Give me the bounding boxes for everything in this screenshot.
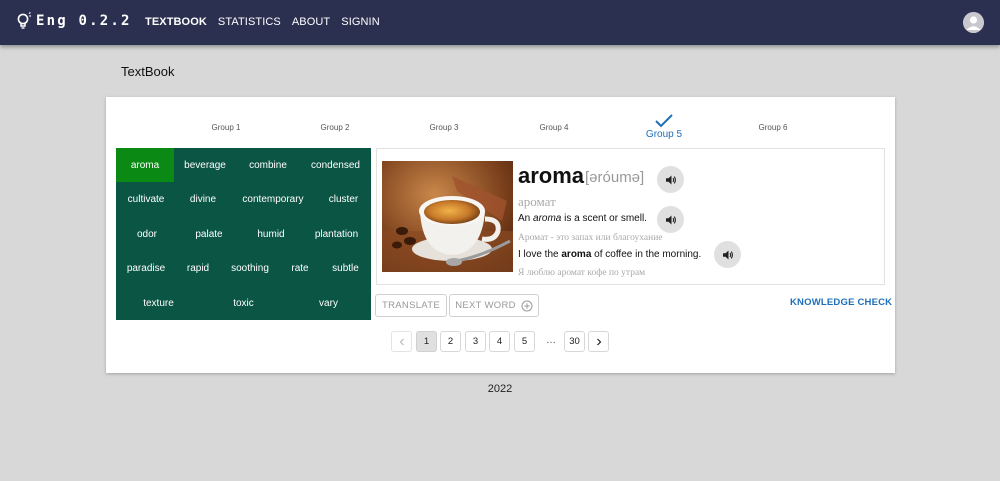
footer-year: 2022 <box>487 383 513 395</box>
words-row: paradise rapid soothing rate subtle <box>116 251 371 285</box>
word-item-vary[interactable]: vary <box>286 286 371 320</box>
page-button-1[interactable]: 1 <box>416 331 437 352</box>
word-example-translation: Я люблю аромат кофе по утрам <box>518 268 646 278</box>
word-meaning: An aroma is a scent or smell. <box>518 213 647 224</box>
app-name: Eng 0.2.2 <box>36 13 132 29</box>
page-button-2[interactable]: 2 <box>440 331 461 352</box>
group-4-tab[interactable]: Group 4 <box>514 123 594 132</box>
word-title: aroma <box>518 163 585 188</box>
word-image <box>382 161 513 272</box>
page-title: TextBook <box>121 64 175 79</box>
word-item-rate[interactable]: rate <box>280 251 320 285</box>
group-5-tab[interactable]: Group 5 <box>624 129 704 140</box>
checkmark-icon <box>655 114 673 128</box>
word-transcription: [əróumə] <box>585 169 645 186</box>
word-item-aroma[interactable]: aroma <box>116 148 174 182</box>
play-meaning-audio-button[interactable] <box>657 206 684 233</box>
word-example: I love the aroma of coffee in the mornin… <box>518 249 702 260</box>
nav-about[interactable]: ABOUT <box>292 16 330 28</box>
word-item-paradise[interactable]: paradise <box>116 251 176 285</box>
word-item-toxic[interactable]: toxic <box>201 286 286 320</box>
page-button-5[interactable]: 5 <box>514 331 535 352</box>
play-word-audio-button[interactable] <box>657 166 684 193</box>
word-item-plantation[interactable]: plantation <box>302 217 371 251</box>
word-item-odor[interactable]: odor <box>116 217 178 251</box>
words-row: odor palate humid plantation <box>116 217 371 251</box>
words-grid: aroma beverage combine condensed cultiva… <box>116 148 371 320</box>
word-item-contemporary[interactable]: contemporary <box>230 182 316 216</box>
textbook-card: Group 1 Group 2 Group 3 Group 4 Group 5 … <box>106 97 895 373</box>
words-row: aroma beverage combine condensed <box>116 148 371 182</box>
word-item-palate[interactable]: palate <box>178 217 240 251</box>
chevron-right-icon <box>596 338 601 345</box>
word-item-subtle[interactable]: subtle <box>320 251 371 285</box>
bulb-icon <box>17 12 31 29</box>
next-word-label: NEXT WORD <box>455 300 516 311</box>
word-card: aroma [əróumə] аромат An aroma is a scen… <box>376 148 885 285</box>
group-2-tab[interactable]: Group 2 <box>295 123 375 132</box>
speaker-icon <box>665 215 676 224</box>
next-page-button[interactable] <box>588 331 609 352</box>
group-3-tab[interactable]: Group 3 <box>404 123 484 132</box>
word-item-humid[interactable]: humid <box>240 217 302 251</box>
nav-signin[interactable]: SIGNIN <box>341 16 380 28</box>
translate-button[interactable]: TRANSLATE <box>375 294 447 317</box>
page-button-30[interactable]: 30 <box>564 331 585 352</box>
words-row: cultivate divine contemporary cluster <box>116 182 371 216</box>
group-1-tab[interactable]: Group 1 <box>186 123 266 132</box>
translate-label: TRANSLATE <box>382 300 440 311</box>
knowledge-check-link[interactable]: KNOWLEDGE CHECK <box>790 297 892 308</box>
word-item-combine[interactable]: combine <box>236 148 300 182</box>
avatar-icon[interactable] <box>963 12 984 33</box>
word-item-beverage[interactable]: beverage <box>174 148 236 182</box>
speaker-icon <box>665 175 676 184</box>
group-selector: Group 1 Group 2 Group 3 Group 4 Group 5 … <box>106 97 895 147</box>
words-row: texture toxic vary <box>116 286 371 320</box>
prev-page-button[interactable] <box>391 331 412 352</box>
word-meaning-translation: Аромат - это запах или благоухание <box>518 233 663 243</box>
page-button-3[interactable]: 3 <box>465 331 486 352</box>
play-example-audio-button[interactable] <box>714 241 741 268</box>
speaker-icon <box>722 250 733 259</box>
word-item-condensed[interactable]: condensed <box>300 148 371 182</box>
group-6-tab[interactable]: Group 6 <box>733 123 813 132</box>
word-translation: аромат <box>518 194 556 209</box>
word-item-cultivate[interactable]: cultivate <box>116 182 176 216</box>
nav-statistics[interactable]: STATISTICS <box>218 16 281 28</box>
logo[interactable]: Eng 0.2.2 <box>16 12 132 30</box>
word-item-divine[interactable]: divine <box>176 182 230 216</box>
page-button-4[interactable]: 4 <box>489 331 510 352</box>
add-circle-icon <box>521 300 533 311</box>
app-header: Eng 0.2.2 TEXTBOOK STATISTICS ABOUT SIGN… <box>0 0 1000 45</box>
word-item-rapid[interactable]: rapid <box>176 251 220 285</box>
word-item-soothing[interactable]: soothing <box>220 251 280 285</box>
word-item-texture[interactable]: texture <box>116 286 201 320</box>
nav-textbook[interactable]: TEXTBOOK <box>145 16 207 28</box>
pagination-ellipsis: … <box>546 335 556 346</box>
main-nav: TEXTBOOK STATISTICS ABOUT SIGNIN <box>145 16 391 28</box>
word-item-cluster[interactable]: cluster <box>316 182 371 216</box>
chevron-left-icon <box>399 338 404 345</box>
next-word-button[interactable]: NEXT WORD <box>449 294 539 317</box>
